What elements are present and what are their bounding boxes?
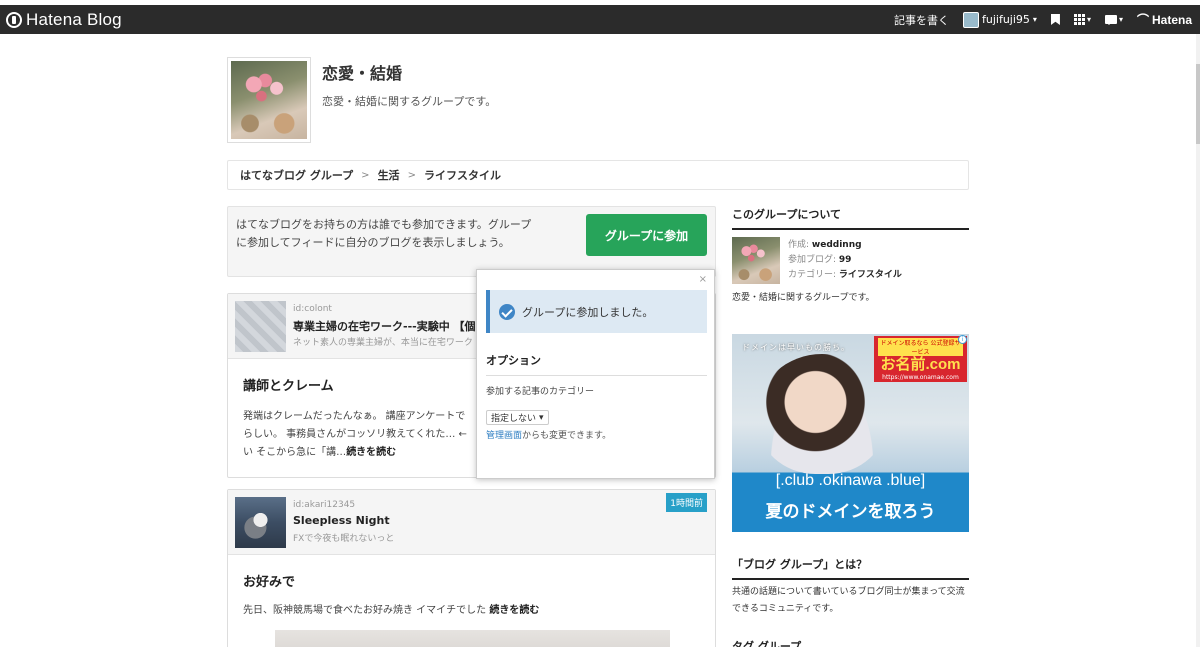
- user-menu[interactable]: fujifuji95 ▾: [963, 11, 1037, 28]
- top-header-bar: Hatena Blog 記事を書く fujifuji95 ▾ ▾ ▾ ⌒ Hat…: [0, 5, 1200, 34]
- scrollbar-thumb[interactable]: [1196, 64, 1200, 144]
- join-description: はてなブログをお持ちの方は誰でも参加できます。グループに参加してフィードに自分の…: [236, 218, 532, 249]
- advertisement-banner[interactable]: ドメインは早いもの勝ち。 ドメイン取るなら 公式登録サービス お名前.com h…: [732, 334, 969, 532]
- grid-icon: [1073, 14, 1085, 25]
- breadcrumb-separator: >: [361, 169, 370, 181]
- bookmark-icon: [1050, 14, 1060, 25]
- group-description: 恋愛・結婚に関するグループです。: [322, 95, 497, 108]
- options-heading: オプション: [486, 354, 541, 367]
- category-label: カテゴリー:: [788, 270, 837, 280]
- category-row: カテゴリー: ライフスタイル: [788, 268, 902, 283]
- chevron-down-icon: ▾: [1032, 15, 1037, 24]
- check-circle-icon: [499, 303, 515, 320]
- entry-body: お好みで 先日、阪神競馬場で食べたお好み焼き イマイチでした 続きを読む: [228, 555, 715, 647]
- top-nav: 記事を書く fujifuji95 ▾ ▾ ▾ ⌒ Hatena: [894, 5, 1192, 34]
- blog-icon: [235, 497, 286, 548]
- notifications-button[interactable]: ▾: [1104, 15, 1123, 25]
- blogs-row: 参加ブログ: 99: [788, 253, 902, 268]
- join-options-popup: × グループに参加しました。 オプション 参加する記事のカテゴリー 指定しない …: [476, 269, 715, 479]
- creator-name[interactable]: weddinng: [812, 240, 862, 250]
- join-group-box: はてなブログをお持ちの方は誰でも参加できます。グループに参加してフィードに自分の…: [227, 206, 716, 277]
- blog-user-id: id:colont: [293, 304, 332, 314]
- group-thumbnail-small: [732, 237, 780, 284]
- breadcrumb-item-lifestyle[interactable]: ライフスタイル: [424, 167, 501, 183]
- bookmark-button[interactable]: [1050, 14, 1060, 25]
- breadcrumb-item-groups[interactable]: はてなブログ グループ: [240, 167, 353, 183]
- entry-card: id:akari12345 Sleepless Night FXで今夜も眠れない…: [227, 489, 716, 647]
- ad-brand-name: お名前.com: [880, 356, 961, 373]
- blogs-count: 99: [838, 255, 852, 265]
- about-description: 恋愛・結婚に関するグループです。: [732, 293, 875, 303]
- divider: [486, 375, 707, 376]
- dropdown-arrow-icon: ▾: [539, 412, 544, 423]
- category-select-value: 指定しない: [491, 414, 537, 424]
- entry-image[interactable]: [275, 630, 670, 647]
- settings-note: 管理画面からも変更できます。: [486, 428, 611, 441]
- creator-label: 作成:: [788, 240, 810, 250]
- ad-brand-url: https://www.onamae.com: [882, 374, 959, 381]
- comment-icon: [1104, 15, 1117, 25]
- read-more-link[interactable]: 続きを読む: [346, 447, 396, 458]
- settings-note-text: からも変更できます。: [522, 431, 612, 441]
- what-is-group-description: 共通の話題について書いているブログ同士が集まって交流できるコミュニティです。: [732, 587, 965, 614]
- blog-title[interactable]: 専業主婦の在宅ワーク---実験中 【個: [293, 318, 476, 334]
- about-group-heading: このグループについて: [732, 206, 969, 230]
- hatena-logo-icon: [6, 12, 22, 28]
- page-scrollbar[interactable]: [1196, 34, 1200, 647]
- category-label: 参加する記事のカテゴリー: [486, 387, 595, 397]
- blog-description: ネット素人の専業主婦が、本当に在宅ワーク: [293, 338, 473, 348]
- ad-brand-logo: ドメイン取るなら 公式登録サービス お名前.com https://www.on…: [874, 336, 967, 382]
- hatena-bird-icon: ⌒: [1136, 13, 1149, 27]
- user-avatar: [963, 11, 979, 28]
- ad-brand-top: ドメイン取るなら 公式登録サービス: [878, 338, 963, 356]
- hatena-blog-logo[interactable]: Hatena Blog: [6, 10, 122, 30]
- blog-user-id: id:akari12345: [293, 500, 356, 510]
- settings-link[interactable]: 管理画面: [486, 431, 522, 441]
- breadcrumb-separator: >: [407, 169, 416, 181]
- read-more-link[interactable]: 続きを読む: [489, 605, 539, 616]
- ad-info-icon[interactable]: i: [958, 335, 967, 344]
- apps-menu-button[interactable]: ▾: [1073, 14, 1091, 25]
- breadcrumb: はてなブログ グループ > 生活 > ライフスタイル: [227, 160, 969, 190]
- ad-headline: 夏のドメインを取ろう: [765, 502, 936, 522]
- blog-title[interactable]: Sleepless Night: [293, 514, 390, 527]
- username: fujifuji95: [982, 13, 1030, 26]
- what-is-group-heading: 「ブログ グループ」とは？: [732, 556, 969, 580]
- chevron-down-icon: ▾: [1118, 15, 1123, 24]
- breadcrumb-item-life[interactable]: 生活: [378, 167, 400, 183]
- tag-group-heading: タグ グループ: [732, 640, 802, 647]
- ad-domains: [.club .okinawa .blue]: [775, 472, 926, 489]
- creator-row: 作成: weddinng: [788, 238, 902, 253]
- group-meta: 作成: weddinng 参加ブログ: 99 カテゴリー: ライフスタイル: [788, 238, 902, 283]
- entry-blog-header[interactable]: id:akari12345 Sleepless Night FXで今夜も眠れない…: [228, 490, 715, 555]
- write-entry-link[interactable]: 記事を書く: [894, 12, 949, 28]
- blog-icon: [235, 301, 286, 352]
- join-group-button[interactable]: グループに参加: [586, 214, 707, 256]
- entry-summary: 発端はクレームだったんなぁ。 講座アンケートで らしい。 事務員さんがコッソリ教…: [243, 408, 473, 462]
- category-select[interactable]: 指定しない ▾: [486, 410, 549, 425]
- chevron-down-icon: ▾: [1086, 15, 1091, 24]
- success-alert: グループに参加しました。: [486, 290, 707, 333]
- ad-photo: [757, 354, 887, 474]
- bouquet-photo: [231, 61, 307, 139]
- time-badge: 1時間前: [666, 493, 707, 512]
- category-name[interactable]: ライフスタイル: [839, 270, 902, 280]
- close-icon[interactable]: ×: [699, 274, 707, 285]
- group-title: 恋愛・結婚: [322, 64, 403, 83]
- logo-text: Hatena Blog: [26, 10, 122, 29]
- brand-text: Hatena: [1151, 12, 1192, 27]
- ad-tagline: ドメインは早いもの勝ち。: [742, 343, 850, 352]
- alert-text: グループに参加しました。: [522, 305, 654, 319]
- entry-summary-text: 先日、阪神競馬場で食べたお好み焼き イマイチでした: [243, 605, 490, 616]
- blog-description: FXで今夜も眠れないっと: [293, 534, 395, 544]
- entry-title[interactable]: お好みで: [243, 571, 700, 590]
- entry-summary: 先日、阪神競馬場で食べたお好み焼き イマイチでした 続きを読む: [243, 602, 700, 620]
- blogs-label: 参加ブログ:: [788, 255, 837, 265]
- group-thumbnail: [227, 57, 311, 143]
- hatena-brand-link[interactable]: ⌒ Hatena: [1137, 11, 1192, 28]
